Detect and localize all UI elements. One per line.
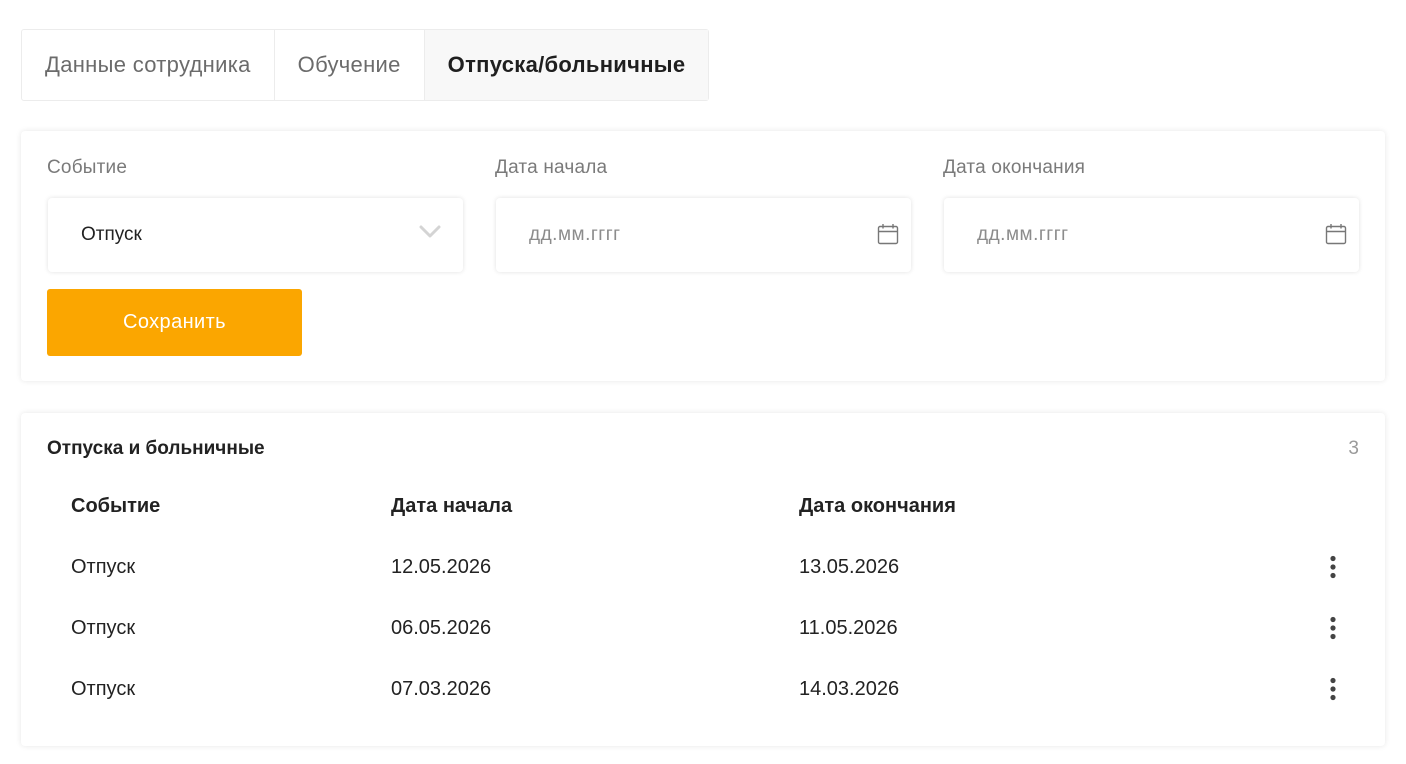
- list-title: Отпуска и больничные: [47, 438, 265, 459]
- calendar-icon[interactable]: [1325, 223, 1347, 245]
- tab-training[interactable]: Обучение: [275, 30, 425, 100]
- row-end-date: 13.05.2026: [799, 556, 900, 578]
- more-vertical-icon[interactable]: [1323, 677, 1343, 701]
- row-event: Отпуск: [71, 678, 136, 700]
- column-header-end-date: Дата окончания: [799, 495, 956, 517]
- end-date-label: Дата окончания: [943, 157, 1086, 178]
- row-end-date: 11.05.2026: [799, 617, 898, 639]
- end-date-placeholder: дд.мм.гггг: [977, 224, 1069, 245]
- column-header-start-date: Дата начала: [391, 495, 513, 517]
- row-event: Отпуск: [71, 556, 136, 578]
- save-button[interactable]: Сохранить: [47, 289, 302, 356]
- list-count: 3: [1348, 438, 1359, 459]
- table-row: Отпуск 07.03.2026 14.03.2026: [21, 659, 1385, 720]
- row-start-date: 12.05.2026: [391, 556, 492, 578]
- tab-employee-data[interactable]: Данные сотрудника: [22, 30, 275, 100]
- event-select-value: Отпуск: [81, 224, 142, 245]
- start-date-label: Дата начала: [495, 157, 608, 178]
- start-date-input[interactable]: дд.мм.гггг: [496, 198, 911, 272]
- row-event: Отпуск: [71, 617, 136, 639]
- event-field-label: Событие: [47, 157, 128, 178]
- more-vertical-icon[interactable]: [1323, 555, 1343, 579]
- row-end-date: 14.03.2026: [799, 678, 900, 700]
- event-select[interactable]: Отпуск: [48, 198, 463, 272]
- calendar-icon[interactable]: [877, 223, 899, 245]
- start-date-placeholder: дд.мм.гггг: [529, 224, 621, 245]
- tab-bar: Данные сотрудника Обучение Отпуска/больн…: [21, 29, 710, 101]
- event-form-card: Событие Отпуск Дата начала дд.мм.гггг Да…: [21, 131, 1385, 381]
- table-row: Отпуск 12.05.2026 13.05.2026: [21, 537, 1385, 598]
- vacations-list-card: Отпуска и больничные 3 Событие Дата нача…: [21, 413, 1385, 746]
- chevron-down-icon: [419, 225, 441, 238]
- row-start-date: 06.05.2026: [391, 617, 492, 639]
- row-start-date: 07.03.2026: [391, 678, 492, 700]
- column-header-event: Событие: [71, 495, 161, 517]
- more-vertical-icon[interactable]: [1323, 616, 1343, 640]
- tab-vacations-sick-leave[interactable]: Отпуска/больничные: [424, 30, 709, 100]
- end-date-input[interactable]: дд.мм.гггг: [944, 198, 1359, 272]
- table-row: Отпуск 06.05.2026 11.05.2026: [21, 598, 1385, 659]
